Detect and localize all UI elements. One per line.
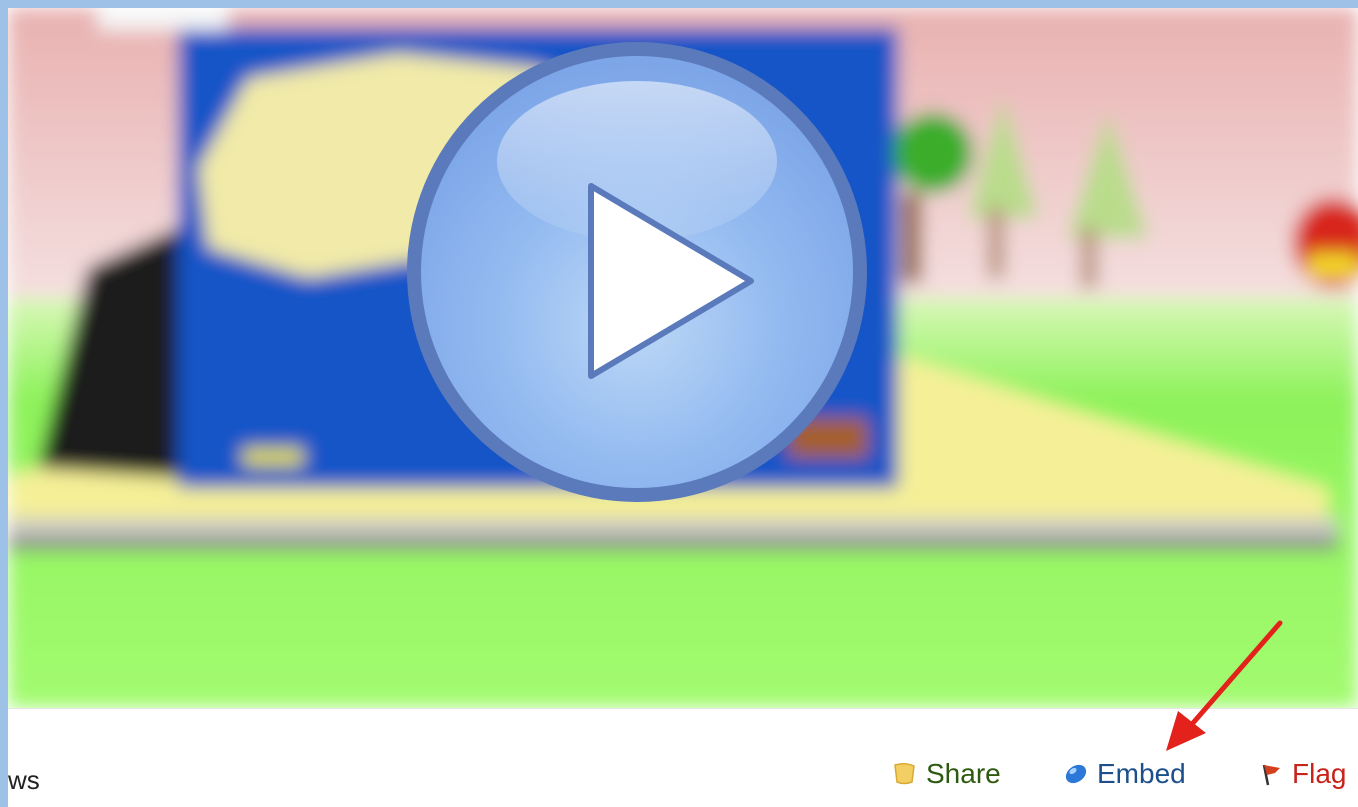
annotation-arrow (1166, 620, 1283, 751)
embed-button[interactable]: Embed (1063, 758, 1186, 790)
flag-button[interactable]: Flag (1258, 758, 1346, 790)
embed-label: Embed (1097, 758, 1186, 789)
flag-icon (1258, 761, 1284, 787)
play-button[interactable] (401, 36, 873, 508)
video-player[interactable] (8, 8, 1358, 708)
views-count-text: ws (8, 765, 40, 795)
share-label: Share (926, 758, 1001, 789)
embed-icon (1063, 761, 1089, 787)
video-page-frame: ws Share Embed Flag (8, 8, 1358, 807)
play-icon (407, 42, 867, 502)
share-icon (892, 761, 918, 787)
flag-label: Flag (1292, 758, 1347, 789)
share-button[interactable]: Share (892, 758, 1001, 790)
